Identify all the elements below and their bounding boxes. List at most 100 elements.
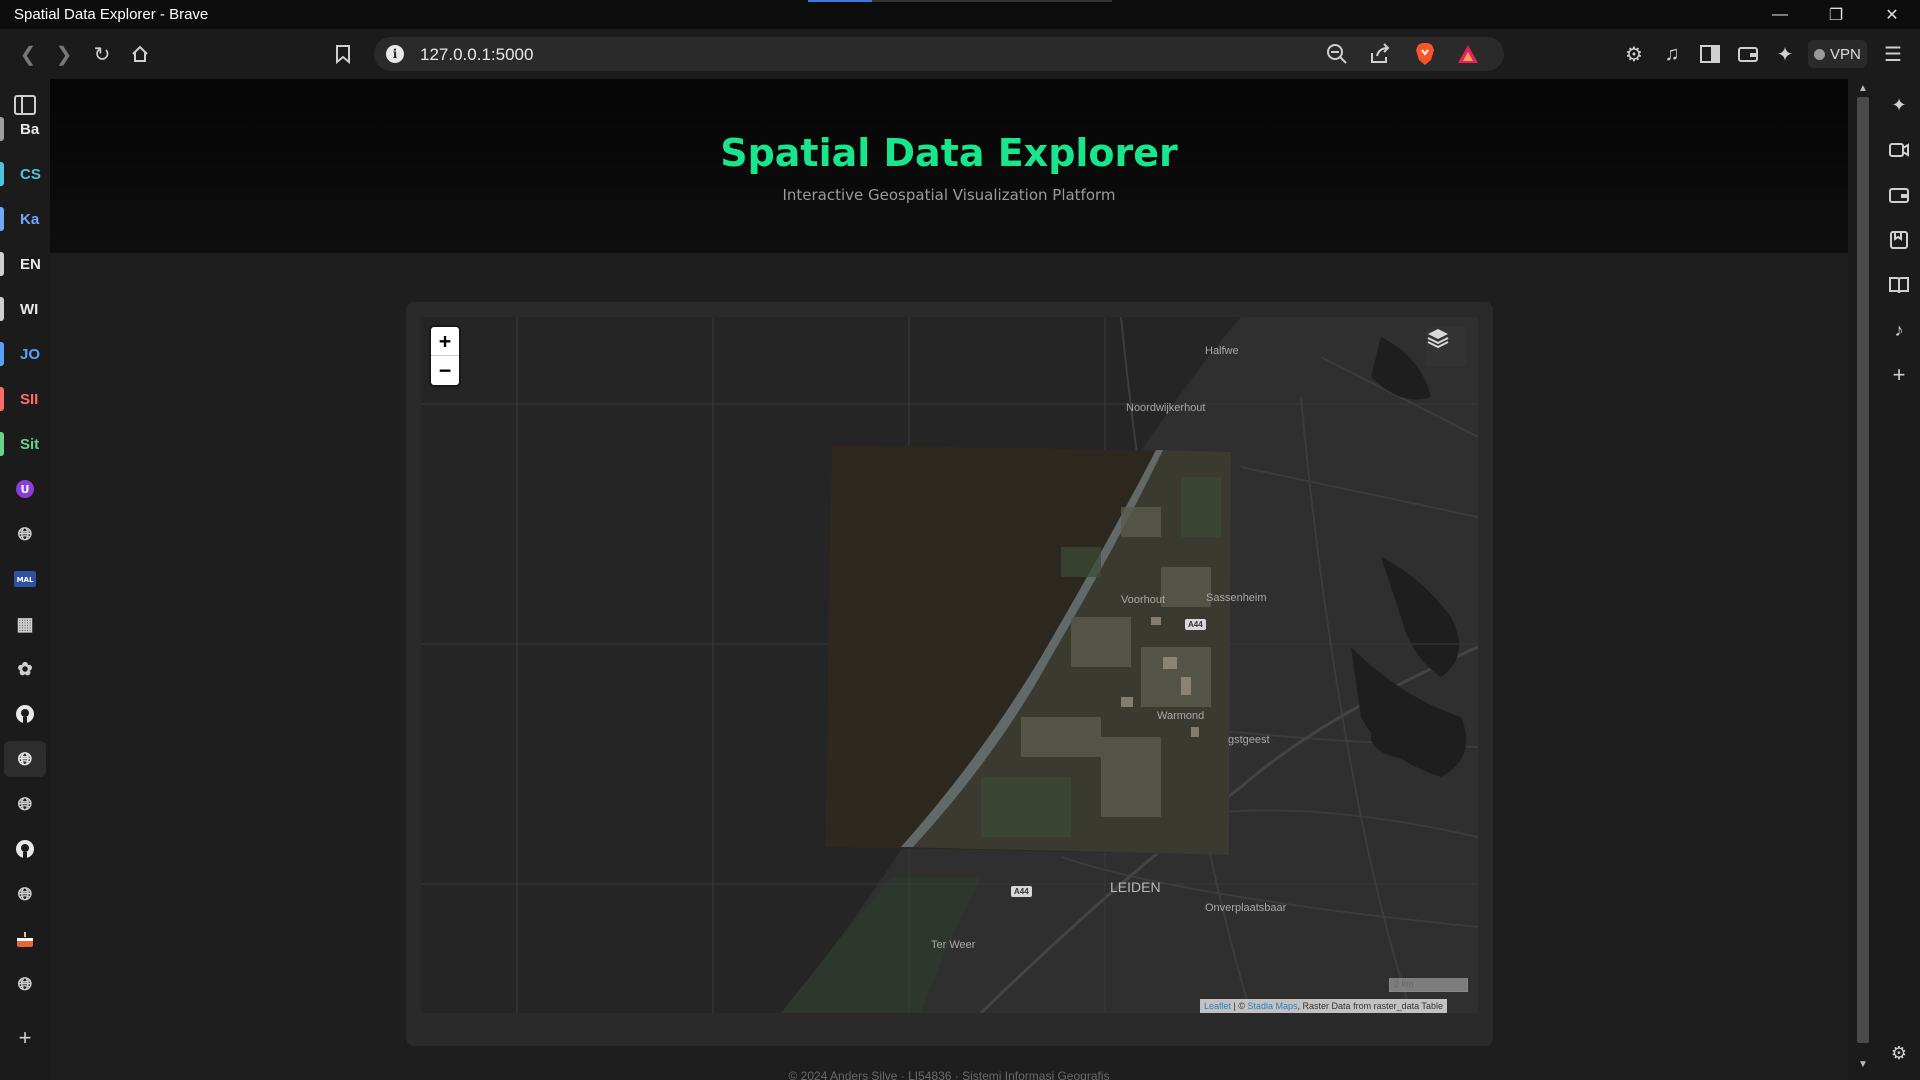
zoom-control: + −	[431, 327, 459, 385]
sidebar-item-reader[interactable]: ▦	[4, 606, 46, 642]
globe-icon: 🌐︎	[17, 523, 33, 544]
back-icon[interactable]: ❮	[14, 40, 42, 68]
talk-icon[interactable]	[1887, 138, 1911, 162]
window-title: Spatial Data Explorer - Brave	[14, 6, 209, 23]
book-icon: ▦	[16, 613, 34, 634]
close-icon[interactable]: ✕	[1864, 0, 1920, 29]
add-panel-icon[interactable]: +	[1887, 362, 1911, 387]
bookmarks-icon[interactable]	[1887, 228, 1911, 252]
vpn-label: VPN	[1830, 45, 1861, 63]
leaflet-link[interactable]: Leaflet	[1204, 1001, 1231, 1011]
leo-ai-icon[interactable]: ✦	[1887, 93, 1911, 117]
map-canvas[interactable]	[421, 317, 1478, 1013]
place-label: Noordwijkerhout	[1126, 402, 1206, 414]
minimize-icon[interactable]: —	[1752, 0, 1808, 29]
page-title: Spatial Data Explorer	[720, 131, 1178, 175]
brave-shields-icon[interactable]	[1411, 40, 1439, 68]
sidebar-item-label: JO	[20, 345, 41, 363]
sidebar-item-label: Sit	[20, 435, 40, 453]
bookmark-icon[interactable]	[329, 40, 357, 68]
sidebar-item-1[interactable]: CS	[0, 156, 46, 192]
wallet-icon[interactable]	[1734, 40, 1762, 68]
sidebar-item-4[interactable]: WI	[0, 291, 46, 327]
globe-icon: 🌐︎	[17, 973, 33, 994]
sidebar-item-label: SII	[20, 390, 39, 408]
map-card: Halfwe Noordwijkerhout Voorhout Sassenhe…	[406, 302, 1493, 1046]
sidebar-item-indicator	[0, 297, 4, 321]
wallet-icon[interactable]	[1887, 183, 1911, 207]
home-icon[interactable]	[126, 40, 154, 68]
road-shield: A44	[1185, 619, 1206, 630]
sidebar-item-indicator	[0, 432, 4, 456]
reload-icon[interactable]: ↻	[88, 40, 116, 68]
site-info-icon[interactable]: i	[386, 45, 404, 63]
place-label: Sassenheim	[1206, 592, 1267, 604]
leo-ai-icon[interactable]: ✦	[1771, 40, 1799, 68]
scrollbar-thumb[interactable]	[1857, 97, 1869, 1043]
page-scrollbar[interactable]: ▲ ▼	[1848, 79, 1878, 1080]
sidebar-item-cake[interactable]	[4, 921, 46, 957]
sidebar-item-indicator	[0, 252, 4, 276]
page-viewport: Spatial Data Explorer Interactive Geospa…	[50, 79, 1848, 1080]
reading-list-icon[interactable]	[1887, 273, 1911, 297]
sidebar-add-button[interactable]: +	[4, 1020, 46, 1056]
map-scale: 2 km	[1389, 978, 1468, 992]
sidebar-item-2[interactable]: Ka	[0, 201, 46, 237]
extensions-icon[interactable]: ⚙	[1620, 40, 1648, 68]
sidebar-item-globe-1[interactable]: 🌐︎	[4, 516, 46, 552]
music-icon[interactable]: ♪	[1887, 318, 1911, 342]
map-container[interactable]: Halfwe Noordwijkerhout Voorhout Sassenhe…	[421, 317, 1478, 1013]
sidebar-item-github-1[interactable]	[4, 696, 46, 732]
globe-icon: 🌐︎	[17, 793, 33, 814]
window-titlebar: Spatial Data Explorer - Brave — ❐ ✕	[0, 0, 1920, 29]
sidebar-item-globe-4[interactable]: 🌐︎	[4, 966, 46, 1002]
sidebar-item-chatgpt[interactable]: ✿	[4, 651, 46, 687]
sidebar-item-indicator	[0, 342, 4, 366]
github-icon	[16, 705, 34, 723]
attribution-separator: | ©	[1231, 1001, 1248, 1011]
zoom-in-button[interactable]: +	[431, 327, 459, 356]
settings-icon[interactable]: ⚙	[1887, 1041, 1911, 1065]
sidebar-item-mal[interactable]: MAL	[4, 561, 46, 597]
forward-icon[interactable]: ❯	[50, 40, 78, 68]
url-text[interactable]: 127.0.0.1:5000	[420, 45, 533, 65]
place-label: LEIDEN	[1110, 879, 1161, 895]
vpn-status-icon	[1814, 48, 1825, 60]
scroll-up-icon[interactable]: ▲	[1858, 83, 1868, 94]
place-label: Onverplaatsbaar	[1205, 902, 1287, 914]
sidebar-item-label: EN	[20, 255, 41, 273]
stadia-link[interactable]: Stadia Maps	[1248, 1001, 1298, 1011]
sidebar-item-6[interactable]: SII	[0, 381, 46, 417]
right-sidebar: ✦ ♪ + ⚙	[1878, 79, 1920, 1080]
github-icon	[16, 840, 34, 858]
zoom-out-button[interactable]: −	[431, 356, 459, 385]
sidebar-item-3[interactable]: EN	[0, 246, 46, 282]
scroll-down-icon[interactable]: ▼	[1858, 1059, 1868, 1070]
share-icon[interactable]	[1366, 40, 1394, 68]
music-icon[interactable]: ♫	[1658, 40, 1686, 68]
brave-rewards-icon[interactable]	[1454, 40, 1482, 68]
sidebar-item-0[interactable]: Ba	[0, 111, 46, 147]
sidebar-item-indicator	[0, 207, 4, 231]
menu-icon[interactable]: ☰	[1879, 40, 1907, 68]
place-label: Voorhout	[1121, 594, 1166, 606]
layers-button[interactable]	[1426, 327, 1466, 367]
map-attribution: Leaflet | © Stadia Maps, Raster Data fro…	[1200, 999, 1447, 1013]
vpn-button[interactable]: VPN	[1808, 40, 1867, 68]
sidebar-item-globe-3[interactable]: 🌐︎	[4, 876, 46, 912]
sidebar-item-7[interactable]: Sit	[0, 426, 46, 462]
sidebar-item-proton[interactable]: U	[4, 471, 46, 507]
sidebar-item-5[interactable]: JO	[0, 336, 46, 372]
page-subtitle: Interactive Geospatial Visualization Pla…	[782, 186, 1116, 204]
plus-icon: +	[18, 1025, 32, 1050]
active-tab-indicator	[808, 0, 872, 2]
place-label: Ter Weer	[931, 939, 976, 951]
zoom-out-icon[interactable]	[1323, 40, 1351, 68]
globe-icon: 🌐︎	[17, 748, 33, 769]
sidebar-item-globe-active[interactable]: 🌐︎	[4, 741, 46, 777]
sidebar-item-globe-2[interactable]: 🌐︎	[4, 786, 46, 822]
sidebar-item-github-2[interactable]	[4, 831, 46, 867]
globe-icon: 🌐︎	[17, 883, 33, 904]
restore-icon[interactable]: ❐	[1808, 0, 1864, 29]
sidebar-toggle-icon[interactable]	[1696, 40, 1724, 68]
